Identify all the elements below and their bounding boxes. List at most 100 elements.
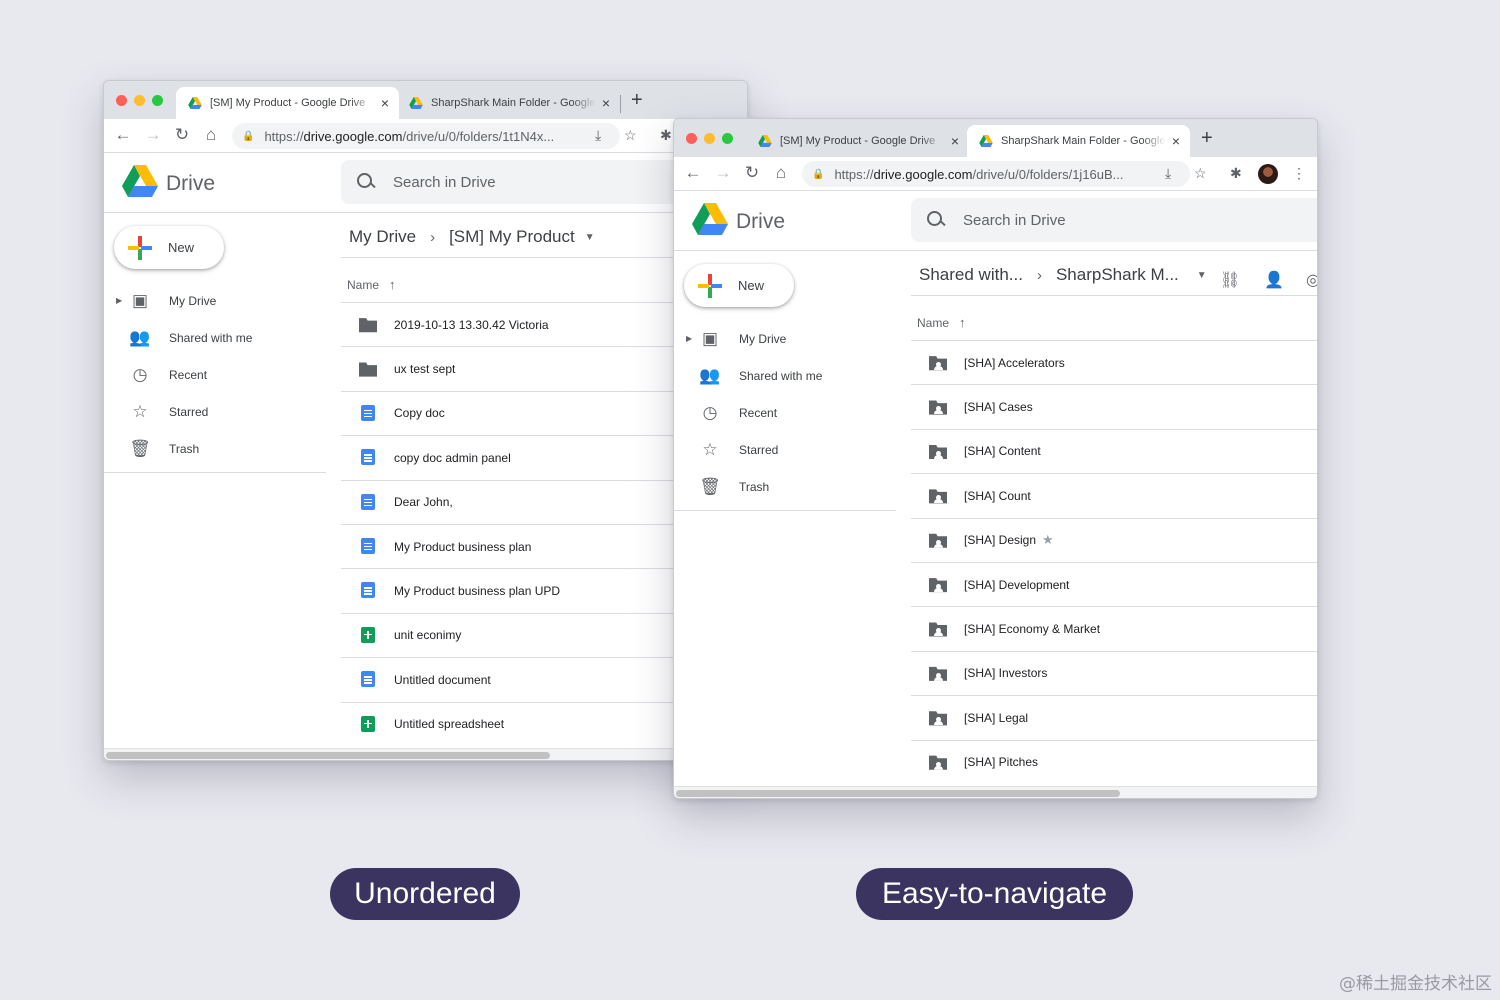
install-app-icon[interactable]: ⤓ <box>595 127 601 144</box>
address-bar[interactable]: 🔒 https://drive.google.com/drive/u/0/fol… <box>802 161 1190 187</box>
sidebar-item-trash[interactable]: 🗑 Trash <box>104 430 326 467</box>
more-menu-icon[interactable]: ⋮ <box>1292 165 1306 182</box>
google-doc-icon <box>361 537 375 554</box>
search-bar[interactable]: Search in Drive <box>911 198 1317 242</box>
column-header-name[interactable]: Name ↑ <box>347 277 396 292</box>
reload-icon[interactable]: ↻ <box>741 163 763 183</box>
list-item[interactable]: [SHA] Economy & Market <box>911 606 1317 650</box>
sidebar-item-trash[interactable]: 🗑 Trash <box>674 468 896 505</box>
close-window-button[interactable] <box>686 133 697 144</box>
reload-icon[interactable]: ↻ <box>171 125 193 145</box>
sidebar-item-my-drive[interactable]: ▶ ▣ My Drive <box>674 320 896 357</box>
home-icon[interactable]: ⌂ <box>770 163 792 183</box>
browser-tab[interactable]: SharpShark Main Folder - Google Drive × <box>967 125 1190 157</box>
browser-tab[interactable]: [SM] My Product - Google Drive × <box>176 87 399 119</box>
expand-caret-icon[interactable]: ▶ <box>116 296 122 305</box>
close-tab-icon[interactable]: × <box>951 133 959 149</box>
close-window-button[interactable] <box>116 95 127 106</box>
file-name: [SHA] Cases <box>964 400 1033 415</box>
search-icon <box>925 209 947 231</box>
shared-icon: 👥 <box>699 365 721 385</box>
install-app-icon[interactable]: ⤓ <box>1165 165 1171 182</box>
close-tab-icon[interactable]: × <box>602 95 610 111</box>
sidebar-item-recent[interactable]: ◷ Recent <box>104 356 326 393</box>
list-item[interactable]: [SHA] Development <box>911 561 1317 606</box>
sidebar-item-starred[interactable]: ☆ Starred <box>104 393 326 430</box>
sidebar-item-starred[interactable]: ☆ Starred <box>674 431 896 468</box>
breadcrumb-parent[interactable]: Shared with... <box>919 265 1023 285</box>
google-sheet-icon <box>361 715 375 732</box>
list-item[interactable]: [SHA] Content <box>911 428 1317 473</box>
bookmark-star-icon[interactable]: ☆ <box>1194 165 1207 182</box>
forward-arrow-icon[interactable]: → <box>142 125 164 145</box>
new-button[interactable]: New <box>114 226 224 269</box>
list-item[interactable]: [SHA] Count <box>911 473 1317 517</box>
get-link-icon[interactable]: ⛓ <box>1220 270 1240 290</box>
tab-title: SharpShark Main Folder - Google Drive <box>431 97 596 109</box>
search-icon <box>355 171 377 193</box>
dropdown-caret-icon[interactable]: ▼ <box>1197 270 1207 281</box>
sort-arrow-up-icon[interactable]: ↑ <box>389 277 396 292</box>
browser-tab[interactable]: SharpShark Main Folder - Google Drive × <box>397 87 620 119</box>
extensions-puzzle-icon[interactable]: ✱ <box>660 127 672 144</box>
breadcrumb-current[interactable]: SharpShark M... <box>1056 265 1179 285</box>
starred-star-icon: ★ <box>1042 532 1054 548</box>
scrollbar-thumb[interactable] <box>106 752 550 759</box>
horizontal-scrollbar[interactable] <box>104 748 747 760</box>
zoom-window-button[interactable] <box>152 95 163 106</box>
breadcrumb-current[interactable]: [SM] My Product <box>449 227 575 247</box>
address-bar[interactable]: 🔒 https://drive.google.com/drive/u/0/fol… <box>232 123 620 149</box>
browser-toolbar: ← → ↻ ⌂ 🔒 https://drive.google.com/drive… <box>104 119 747 153</box>
breadcrumb-parent[interactable]: My Drive <box>349 227 416 247</box>
share-add-person-icon[interactable]: 👤 <box>1264 270 1284 290</box>
zoom-window-button[interactable] <box>722 133 733 144</box>
browser-tab[interactable]: [SM] My Product - Google Drive × <box>746 125 969 157</box>
expand-caret-icon[interactable]: ▶ <box>686 334 692 343</box>
trash-icon: 🗑 <box>699 476 721 496</box>
list-item[interactable]: [SHA] Design ★ <box>911 517 1317 562</box>
preview-eye-icon[interactable]: ◎ <box>1306 270 1317 290</box>
horizontal-scrollbar[interactable] <box>674 786 1317 798</box>
forward-arrow-icon[interactable]: → <box>712 163 734 183</box>
list-item[interactable]: [SHA] Pitches <box>911 739 1317 784</box>
sidebar-item-shared-with-me[interactable]: 👥 Shared with me <box>674 357 896 394</box>
back-arrow-icon[interactable]: ← <box>112 125 134 145</box>
dropdown-caret-icon[interactable]: ▼ <box>585 232 595 243</box>
new-tab-button[interactable]: + <box>631 89 643 112</box>
new-button[interactable]: New <box>684 264 794 307</box>
back-arrow-icon[interactable]: ← <box>682 163 704 183</box>
column-header-label: Name <box>347 277 380 292</box>
avatar[interactable] <box>1258 164 1278 184</box>
list-item[interactable]: [SHA] Accelerators <box>911 340 1317 384</box>
drive-logo-icon <box>692 203 728 235</box>
bookmark-star-icon[interactable]: ☆ <box>624 127 637 144</box>
scrollbar-thumb[interactable] <box>676 790 1120 797</box>
home-icon[interactable]: ⌂ <box>200 125 222 145</box>
sidebar-item-my-drive[interactable]: ▶ ▣ My Drive <box>104 282 326 319</box>
list-item[interactable]: [SHA] Cases <box>911 384 1317 428</box>
minimize-window-button[interactable] <box>134 95 145 106</box>
column-header-name[interactable]: Name ↑ <box>917 315 966 330</box>
tab-separator <box>620 95 621 113</box>
header-divider <box>104 212 747 213</box>
label-easy-to-navigate: Easy-to-navigate <box>856 868 1133 920</box>
url-host: drive.google.com <box>303 128 403 144</box>
file-name: [SHA] Count <box>964 488 1031 503</box>
sidebar-item-recent[interactable]: ◷ Recent <box>674 394 896 431</box>
close-tab-icon[interactable]: × <box>1172 133 1180 149</box>
lock-icon: 🔒 <box>242 130 255 142</box>
label-unordered: Unordered <box>330 868 520 920</box>
sort-arrow-up-icon[interactable]: ↑ <box>959 315 966 330</box>
sidebar-divider <box>674 510 896 511</box>
list-item[interactable]: [SHA] Legal <box>911 695 1317 739</box>
new-button-label: New <box>738 278 765 293</box>
close-tab-icon[interactable]: × <box>381 95 389 111</box>
new-tab-button[interactable]: + <box>1201 127 1213 150</box>
list-item[interactable]: [SHA] Investors <box>911 650 1317 695</box>
sidebar-item-shared-with-me[interactable]: 👥 Shared with me <box>104 319 326 356</box>
plus-icon <box>128 235 152 260</box>
plus-icon <box>698 273 722 298</box>
minimize-window-button[interactable] <box>704 133 715 144</box>
file-name: [SHA] Legal <box>964 710 1029 725</box>
extensions-puzzle-icon[interactable]: ✱ <box>1230 165 1242 182</box>
